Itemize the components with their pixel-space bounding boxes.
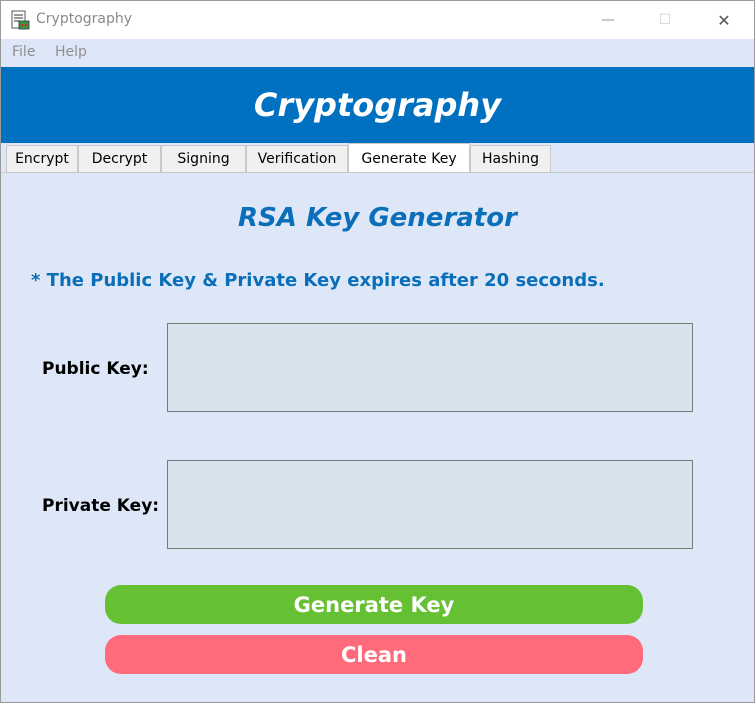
banner-title: Cryptography — [253, 86, 502, 124]
tab-encrypt[interactable]: Encrypt — [6, 145, 78, 172]
clean-button[interactable]: Clean — [105, 635, 643, 674]
minimize-button[interactable]: — — [585, 1, 631, 39]
tab-generate-key[interactable]: Generate Key — [348, 143, 470, 173]
menu-help[interactable]: Help — [55, 44, 87, 60]
private-key-field[interactable] — [167, 460, 693, 549]
tab-hashing[interactable]: Hashing — [470, 145, 551, 172]
maximize-button[interactable]: ☐ — [642, 1, 688, 39]
section-title: RSA Key Generator — [238, 203, 517, 233]
header-banner: Cryptography — [1, 67, 754, 143]
close-button[interactable]: ✕ — [701, 1, 747, 39]
public-key-field[interactable] — [167, 323, 693, 412]
maximize-icon: ☐ — [658, 12, 672, 28]
window-title: Cryptography — [36, 11, 133, 27]
tab-decrypt[interactable]: Decrypt — [78, 145, 161, 172]
close-icon: ✕ — [717, 10, 731, 30]
title-bar: Cryptography — ☐ ✕ — [1, 1, 754, 39]
tab-strip: Encrypt Decrypt Signing Verification Gen… — [1, 143, 754, 173]
menu-file[interactable]: File — [12, 44, 35, 60]
minimize-icon: — — [601, 12, 615, 28]
public-key-label: Public Key: — [42, 359, 149, 379]
generate-key-panel: RSA Key Generator * The Public Key & Pri… — [1, 172, 754, 702]
tab-signing[interactable]: Signing — [161, 145, 246, 172]
app-window: Cryptography — ☐ ✕ File Help Cryptograph… — [0, 0, 755, 703]
menu-bar: File Help — [1, 39, 754, 67]
expiry-note: * The Public Key & Private Key expires a… — [31, 270, 605, 291]
private-key-label: Private Key: — [42, 496, 160, 516]
app-icon — [10, 10, 30, 30]
tab-verification[interactable]: Verification — [246, 145, 348, 172]
generate-key-button[interactable]: Generate Key — [105, 585, 643, 624]
